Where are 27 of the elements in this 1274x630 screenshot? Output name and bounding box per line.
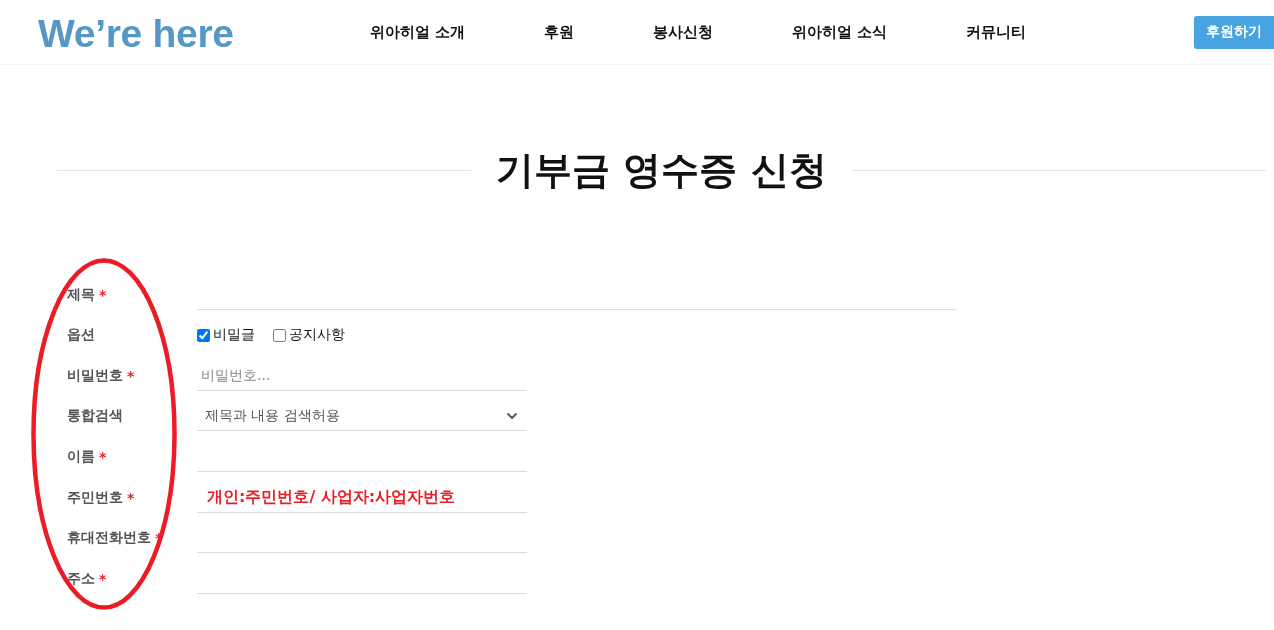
- required-mark: *: [127, 367, 135, 384]
- required-mark: *: [127, 489, 135, 506]
- nav-link[interactable]: 봉사신청: [652, 22, 713, 42]
- nav-link[interactable]: 위아히얼 소식: [791, 22, 888, 42]
- field-label: 이름: [67, 447, 95, 466]
- password-input[interactable]: 비밀번호...: [197, 360, 527, 391]
- field-label: 비밀번호: [67, 366, 123, 385]
- checkbox-label[interactable]: 공지사항: [289, 326, 345, 345]
- checkbox[interactable]: [273, 328, 286, 342]
- required-mark: *: [99, 570, 107, 587]
- chevron-down-icon: [507, 412, 517, 419]
- field-label: 제목: [67, 285, 95, 304]
- nav-link[interactable]: 위아히얼 소개: [369, 22, 465, 42]
- field-label: 옵션: [67, 326, 95, 345]
- required-mark: *: [99, 286, 107, 303]
- field-label: 주소: [67, 569, 95, 588]
- field-label: 휴대전화번호: [67, 529, 151, 548]
- checkbox-label[interactable]: 비밀글: [213, 326, 255, 345]
- text-input[interactable]: 개인:주민번호/ 사업자:사업자번호: [197, 482, 527, 513]
- nav-link[interactable]: 커뮤니티: [966, 22, 1027, 42]
- select-field[interactable]: 제목과 내용 검색허용: [197, 401, 527, 432]
- checkbox[interactable]: [197, 328, 210, 342]
- required-mark: *: [99, 448, 107, 465]
- page-title: 기부금 영수증 신청: [496, 147, 827, 193]
- nav-link[interactable]: 후원: [543, 22, 574, 42]
- field-label: 통합검색: [67, 407, 123, 426]
- field-label: 주민번호: [67, 488, 123, 507]
